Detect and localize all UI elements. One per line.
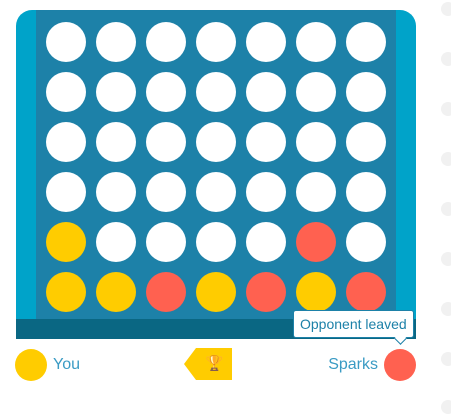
board-slot[interactable] bbox=[296, 22, 336, 62]
turn-indicator: 🏆 bbox=[184, 348, 232, 380]
red-disc[interactable] bbox=[246, 272, 286, 312]
trophy-icon: 🏆 bbox=[205, 355, 224, 372]
board-slot[interactable] bbox=[96, 72, 136, 112]
board-slot[interactable] bbox=[296, 122, 336, 162]
background-dot bbox=[441, 102, 451, 116]
board-slot[interactable] bbox=[196, 172, 236, 212]
red-disc[interactable] bbox=[146, 272, 186, 312]
game-board bbox=[16, 10, 416, 339]
board-slot[interactable] bbox=[146, 22, 186, 62]
board-slot[interactable] bbox=[196, 222, 236, 262]
yellow-disc[interactable] bbox=[46, 222, 86, 262]
board-slot[interactable] bbox=[346, 222, 386, 262]
board-slot[interactable] bbox=[146, 122, 186, 162]
background-dot bbox=[441, 202, 451, 216]
player-opponent-label: Sparks bbox=[328, 356, 378, 373]
board-grid bbox=[36, 10, 396, 319]
player-opponent: Sparks bbox=[328, 348, 416, 382]
board-slot[interactable] bbox=[196, 72, 236, 112]
yellow-disc[interactable] bbox=[96, 272, 136, 312]
board-slot[interactable] bbox=[46, 72, 86, 112]
board-slot[interactable] bbox=[146, 172, 186, 212]
board-slot[interactable] bbox=[96, 22, 136, 62]
board-slot[interactable] bbox=[346, 22, 386, 62]
player-you-label: You bbox=[53, 356, 80, 373]
background-dot bbox=[441, 152, 451, 166]
board-slot[interactable] bbox=[46, 122, 86, 162]
board-slot[interactable] bbox=[296, 172, 336, 212]
yellow-disc[interactable] bbox=[46, 272, 86, 312]
board-slot[interactable] bbox=[346, 172, 386, 212]
yellow-disc[interactable] bbox=[296, 272, 336, 312]
board-slot[interactable] bbox=[346, 72, 386, 112]
background-dot bbox=[441, 2, 451, 16]
board-slot[interactable] bbox=[146, 72, 186, 112]
board-slot[interactable] bbox=[46, 172, 86, 212]
status-tooltip: Opponent leaved bbox=[293, 310, 414, 338]
player-you-chip bbox=[15, 349, 47, 381]
background-dot bbox=[441, 400, 451, 414]
background-dot bbox=[441, 52, 451, 66]
board-slot[interactable] bbox=[96, 222, 136, 262]
board-slot[interactable] bbox=[46, 22, 86, 62]
red-disc[interactable] bbox=[296, 222, 336, 262]
board-slot[interactable] bbox=[296, 72, 336, 112]
board-slot[interactable] bbox=[196, 22, 236, 62]
board-slot[interactable] bbox=[346, 122, 386, 162]
board-slot[interactable] bbox=[96, 122, 136, 162]
board-slot[interactable] bbox=[96, 172, 136, 212]
background-dot bbox=[441, 352, 451, 366]
board-slot[interactable] bbox=[246, 22, 286, 62]
red-disc[interactable] bbox=[346, 272, 386, 312]
board-slot[interactable] bbox=[246, 122, 286, 162]
player-opponent-chip bbox=[384, 349, 416, 381]
background-dot bbox=[441, 302, 451, 316]
background-dot bbox=[441, 252, 451, 266]
board-slot[interactable] bbox=[246, 222, 286, 262]
board-slot[interactable] bbox=[146, 222, 186, 262]
player-you: You bbox=[15, 348, 80, 382]
board-slot[interactable] bbox=[246, 72, 286, 112]
board-slot[interactable] bbox=[246, 172, 286, 212]
yellow-disc[interactable] bbox=[196, 272, 236, 312]
board-slot[interactable] bbox=[196, 122, 236, 162]
